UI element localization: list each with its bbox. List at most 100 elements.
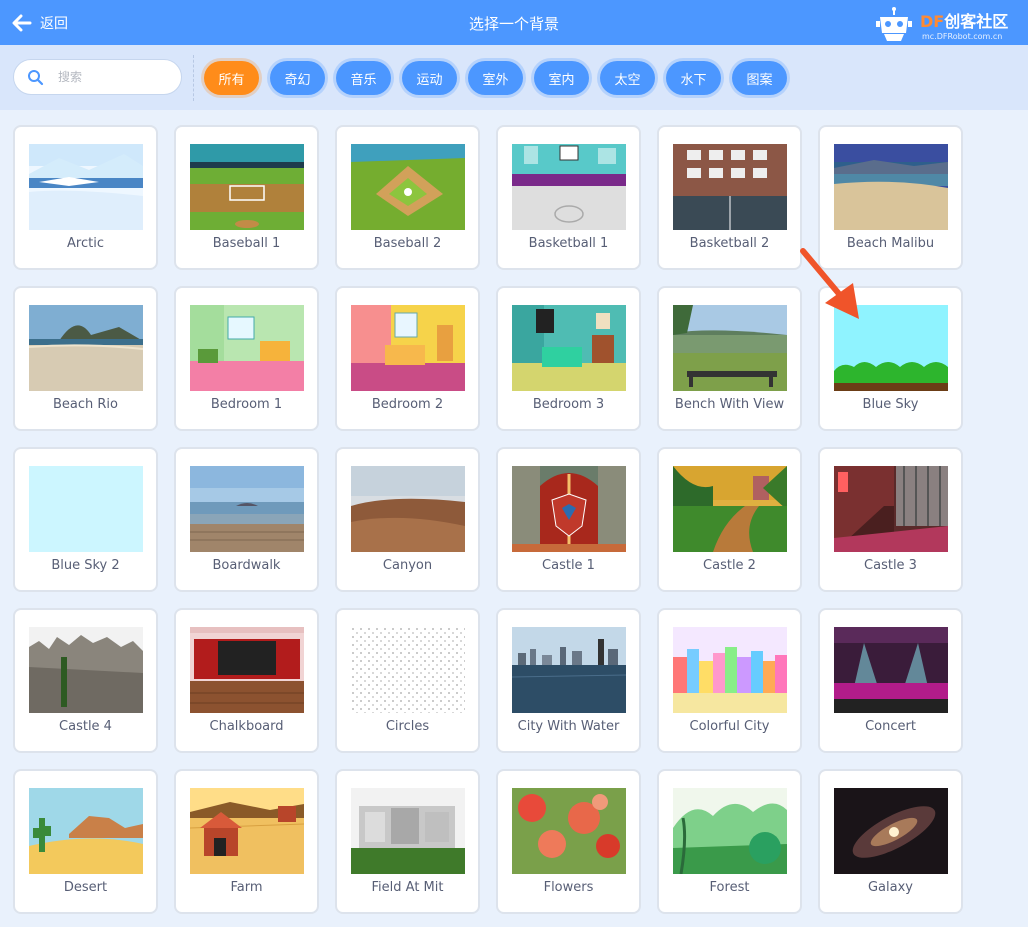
backdrop-label: City With Water [517, 719, 620, 734]
backdrop-card[interactable]: Chalkboard [174, 608, 319, 753]
backdrop-card[interactable]: Bench With View [657, 286, 802, 431]
backdrop-label: Bedroom 1 [210, 397, 283, 412]
backdrop-card[interactable]: Bedroom 2 [335, 286, 480, 431]
backdrop-card[interactable]: Baseball 2 [335, 125, 480, 270]
bench-with-view-thumbnail [673, 305, 787, 391]
basketball-2-thumbnail [673, 144, 787, 230]
backdrop-label: Castle 2 [703, 558, 756, 573]
backdrop-label: Baseball 1 [212, 236, 281, 251]
search-icon [28, 70, 44, 86]
backdrop-label: Field At Mit [371, 880, 444, 895]
backdrop-card[interactable]: Castle 2 [657, 447, 802, 592]
boardwalk-thumbnail [190, 466, 304, 552]
backdrop-card[interactable]: Farm [174, 769, 319, 914]
filter-divider [193, 55, 194, 101]
tag-7[interactable]: 水下 [666, 61, 721, 95]
filter-bar: 所有奇幻音乐运动室外室内太空水下图案 [0, 45, 1028, 110]
backdrop-label: Blue Sky 2 [51, 558, 120, 573]
tag-8[interactable]: 图案 [732, 61, 787, 95]
castle-3-thumbnail [834, 466, 948, 552]
chalkboard-thumbnail [190, 627, 304, 713]
backdrop-card[interactable]: Arctic [13, 125, 158, 270]
backdrop-card[interactable]: Castle 4 [13, 608, 158, 753]
bedroom-1-thumbnail [190, 305, 304, 391]
beach-malibu-thumbnail [834, 144, 948, 230]
bedroom-3-thumbnail [512, 305, 626, 391]
backdrop-label: Baseball 2 [373, 236, 442, 251]
backdrop-card[interactable]: Blue Sky [818, 286, 963, 431]
blue-sky-2-thumbnail [29, 466, 143, 552]
tag-6[interactable]: 太空 [600, 61, 655, 95]
backdrop-card[interactable]: Forest [657, 769, 802, 914]
backdrop-card[interactable]: Beach Malibu [818, 125, 963, 270]
flowers-thumbnail [512, 788, 626, 874]
robot-icon [876, 7, 912, 41]
backdrop-label: Bedroom 3 [532, 397, 605, 412]
backdrop-label: Flowers [543, 880, 594, 895]
backdrop-label: Bedroom 2 [371, 397, 444, 412]
backdrop-card[interactable]: City With Water [496, 608, 641, 753]
logo-url: mc.DFRobot.com.cn [922, 32, 1003, 41]
search-box[interactable] [13, 59, 182, 95]
backdrop-card[interactable]: Basketball 1 [496, 125, 641, 270]
logo-brand-cn: 创客社区 [944, 12, 1009, 31]
backdrop-card[interactable]: Beach Rio [13, 286, 158, 431]
backdrop-label: Circles [385, 719, 430, 734]
backdrop-label: Chalkboard [209, 719, 284, 734]
backdrop-label: Canyon [382, 558, 433, 573]
backdrop-grid: Arctic Baseball 1 Baseball 2 Basketball 1 Ba… [0, 110, 1028, 927]
backdrop-label: Boardwalk [212, 558, 281, 573]
backdrop-card[interactable]: Flowers [496, 769, 641, 914]
field-at-mit-thumbnail [351, 788, 465, 874]
backdrop-card[interactable]: Colorful City [657, 608, 802, 753]
tag-0[interactable]: 所有 [204, 61, 259, 95]
colorful-city-thumbnail [673, 627, 787, 713]
bedroom-2-thumbnail [351, 305, 465, 391]
backdrop-label: Colorful City [689, 719, 770, 734]
baseball-2-thumbnail [351, 144, 465, 230]
backdrop-card[interactable]: Castle 1 [496, 447, 641, 592]
search-input[interactable] [58, 67, 173, 87]
backdrop-label: Castle 3 [864, 558, 917, 573]
backdrop-card[interactable]: Baseball 1 [174, 125, 319, 270]
castle-4-thumbnail [29, 627, 143, 713]
header-bar: 返回 选择一个背景 DF创客社区 mc.DFRobot.com.cn [0, 0, 1028, 45]
galaxy-thumbnail [834, 788, 948, 874]
desert-thumbnail [29, 788, 143, 874]
backdrop-card[interactable]: Field At Mit [335, 769, 480, 914]
backdrop-label: Beach Malibu [846, 236, 935, 251]
backdrop-card[interactable]: Bedroom 3 [496, 286, 641, 431]
backdrop-label: Desert [63, 880, 108, 895]
backdrop-label: Basketball 2 [689, 236, 770, 251]
backdrop-label: Blue Sky [862, 397, 919, 412]
backdrop-card[interactable]: Blue Sky 2 [13, 447, 158, 592]
concert-thumbnail [834, 627, 948, 713]
backdrop-label: Bench With View [674, 397, 785, 412]
tag-4[interactable]: 室外 [468, 61, 523, 95]
castle-1-thumbnail [512, 466, 626, 552]
backdrop-card[interactable]: Canyon [335, 447, 480, 592]
tag-3[interactable]: 运动 [402, 61, 457, 95]
canyon-thumbnail [351, 466, 465, 552]
baseball-1-thumbnail [190, 144, 304, 230]
tag-1[interactable]: 奇幻 [270, 61, 325, 95]
backdrop-card[interactable]: Galaxy [818, 769, 963, 914]
logo-brand-df: DF [920, 12, 945, 31]
backdrop-card[interactable]: Castle 3 [818, 447, 963, 592]
backdrop-card[interactable]: Bedroom 1 [174, 286, 319, 431]
tag-2[interactable]: 音乐 [336, 61, 391, 95]
backdrop-card[interactable]: Basketball 2 [657, 125, 802, 270]
backdrop-card[interactable]: Circles [335, 608, 480, 753]
backdrop-card[interactable]: Boardwalk [174, 447, 319, 592]
backdrop-card[interactable]: Desert [13, 769, 158, 914]
tag-5[interactable]: 室内 [534, 61, 589, 95]
backdrop-label: Castle 4 [59, 719, 112, 734]
backdrop-label: Galaxy [867, 880, 913, 895]
blue-sky-thumbnail [834, 305, 948, 391]
backdrop-label: Farm [230, 880, 263, 895]
farm-thumbnail [190, 788, 304, 874]
backdrop-label: Arctic [67, 236, 104, 251]
backdrop-card[interactable]: Concert [818, 608, 963, 753]
arctic-thumbnail [29, 144, 143, 230]
backdrop-label: Castle 1 [542, 558, 595, 573]
